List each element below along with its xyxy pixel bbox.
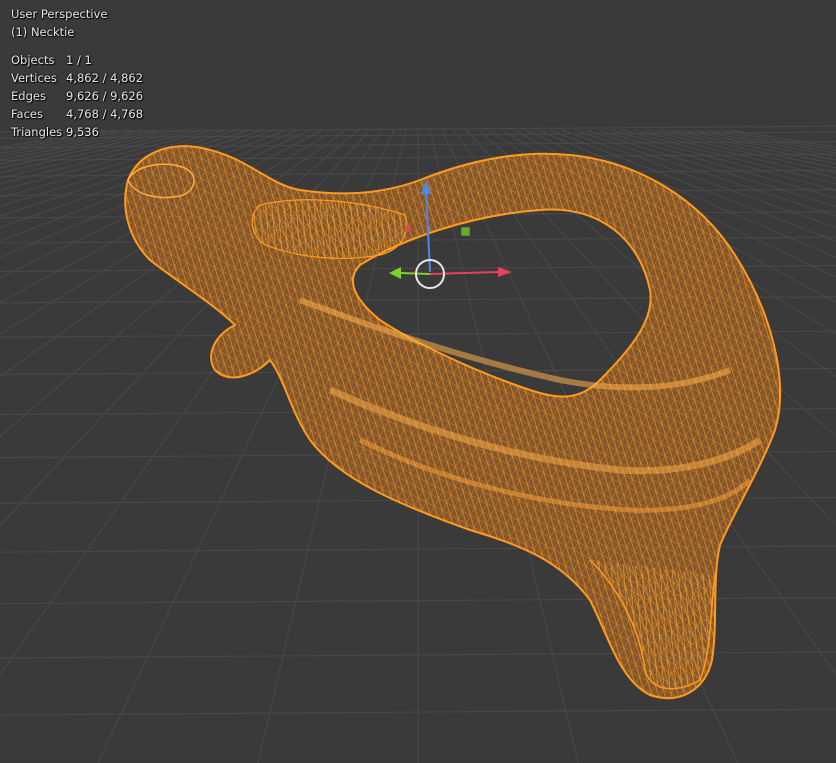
gizmo-y-axis[interactable] [399,272,431,275]
gizmo-plane-handle[interactable] [460,226,471,237]
grid-line [0,129,143,157]
viewport-scene[interactable] [0,0,836,763]
necktie-mesh[interactable] [124,145,782,700]
gizmo-x-axis[interactable] [429,271,499,275]
gizmo-plane-handle-red[interactable] [405,226,411,232]
grid-line [0,129,119,151]
grid-line [0,129,107,148]
3d-viewport[interactable]: User Perspective (1) Necktie Objects 1 /… [0,0,836,763]
